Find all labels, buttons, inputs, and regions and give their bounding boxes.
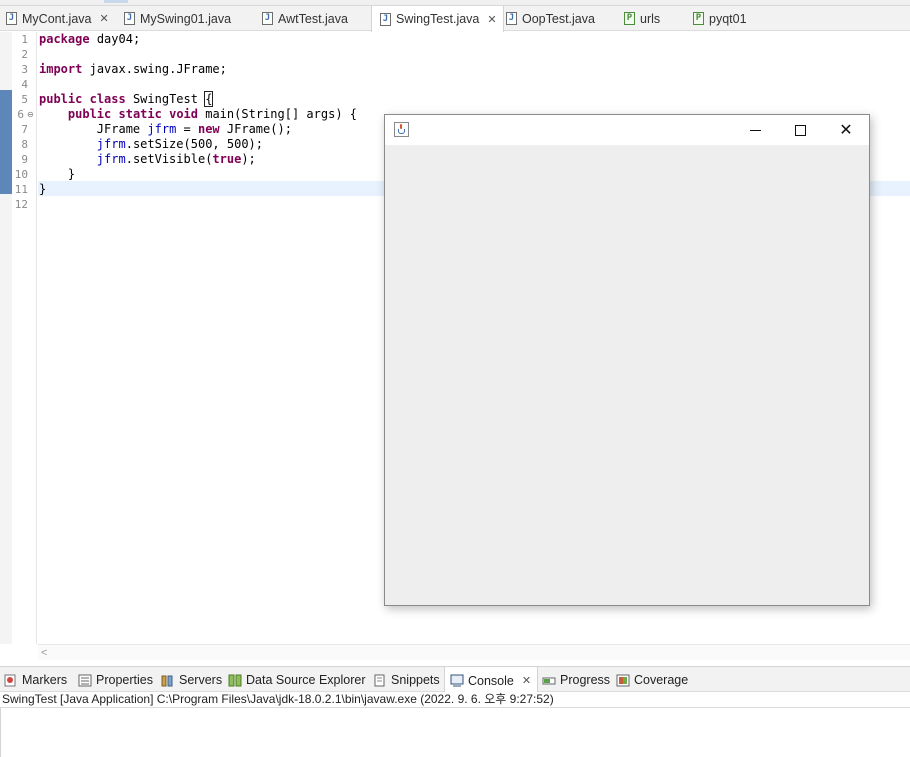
tab-label: Snippets bbox=[391, 673, 440, 687]
snippets-icon bbox=[374, 674, 385, 686]
close-icon[interactable]: ✕ bbox=[99, 12, 108, 25]
close-icon: ✕ bbox=[839, 120, 853, 139]
console-output[interactable] bbox=[0, 708, 910, 757]
horizontal-scrollbar[interactable]: < bbox=[38, 644, 910, 660]
code-line[interactable]: } bbox=[39, 167, 75, 182]
matching-bracket: { bbox=[204, 91, 214, 107]
tab-label: Data Source Explorer bbox=[246, 673, 366, 687]
tab-coverage[interactable]: Coverage bbox=[616, 667, 688, 693]
java-file-icon: J bbox=[506, 12, 517, 25]
line-number-gutter: 1 2 3 4 5 6 ⊖ 7 8 9 10 11 12 bbox=[0, 32, 37, 644]
close-window-button[interactable]: ✕ bbox=[823, 115, 869, 145]
code-line[interactable]: public class SwingTest { bbox=[39, 91, 214, 107]
line-number: 6 bbox=[17, 108, 24, 121]
tab-label: Properties bbox=[96, 673, 153, 687]
line-number: 8 bbox=[21, 138, 28, 151]
line-number: 9 bbox=[21, 153, 28, 166]
code-line[interactable]: package day04; bbox=[39, 32, 140, 47]
jframe-titlebar[interactable]: ✕ bbox=[385, 115, 869, 145]
change-ruler-marker bbox=[0, 90, 12, 194]
tab-swingtest-java[interactable]: J SwingTest.java ✕ bbox=[371, 6, 504, 32]
bottom-panel-tab-bar: Markers Properties Servers Data Source E… bbox=[0, 666, 910, 694]
maximize-button[interactable] bbox=[777, 115, 823, 145]
tab-data-source-explorer[interactable]: Data Source Explorer bbox=[228, 667, 366, 693]
line-number: 4 bbox=[21, 78, 28, 91]
code-line[interactable]: jfrm.setSize(500, 500); bbox=[39, 137, 263, 152]
tab-console[interactable]: Console ✕ bbox=[444, 667, 539, 694]
java-file-icon: J bbox=[262, 12, 273, 25]
coverage-icon bbox=[616, 674, 630, 686]
tab-label: Coverage bbox=[634, 673, 689, 687]
tab-properties[interactable]: Properties bbox=[78, 667, 153, 693]
line-number: 2 bbox=[21, 48, 28, 61]
close-icon[interactable]: ✕ bbox=[522, 674, 531, 687]
tab-myswing01-java[interactable]: J MySwing01.java bbox=[124, 6, 231, 31]
python-file-icon: P bbox=[693, 12, 704, 25]
fold-collapse-icon[interactable]: ⊖ bbox=[27, 107, 34, 122]
tab-urls[interactable]: P urls bbox=[624, 6, 660, 31]
servers-icon bbox=[161, 675, 173, 686]
console-process-header: SwingTest [Java Application] C:\Program … bbox=[0, 692, 910, 708]
toolbar-accent bbox=[104, 0, 128, 3]
code-line[interactable]: jfrm.setVisible(true); bbox=[39, 152, 256, 167]
tab-ooptest-java[interactable]: J OopTest.java bbox=[506, 6, 595, 31]
progress-icon bbox=[542, 677, 556, 684]
tab-awttest-java[interactable]: J AwtTest.java bbox=[262, 6, 348, 31]
line-number: 11 bbox=[14, 183, 28, 196]
java-coffee-cup-icon[interactable] bbox=[394, 122, 409, 137]
data-source-icon bbox=[228, 674, 242, 686]
tab-label: OopTest.java bbox=[522, 11, 595, 26]
jframe-window[interactable]: ✕ bbox=[384, 114, 870, 606]
tab-label: urls bbox=[640, 11, 661, 26]
properties-icon bbox=[78, 674, 92, 686]
editor-tab-bar: J MyCont.java ✕ J MySwing01.java J AwtTe… bbox=[0, 6, 910, 32]
tab-label: Progress bbox=[560, 673, 611, 687]
tab-markers[interactable]: Markers bbox=[4, 667, 67, 693]
python-file-icon: P bbox=[624, 12, 635, 25]
tab-label: MyCont.java bbox=[22, 11, 92, 26]
code-line[interactable]: } bbox=[39, 182, 46, 197]
console-icon bbox=[450, 674, 464, 687]
code-line[interactable]: JFrame jfrm = new JFrame(); bbox=[39, 122, 292, 137]
line-number: 12 bbox=[14, 198, 28, 211]
tab-label: MySwing01.java bbox=[140, 11, 232, 26]
markers-icon bbox=[4, 674, 16, 686]
tab-label: Servers bbox=[179, 673, 223, 687]
scroll-left-icon[interactable]: < bbox=[41, 647, 47, 659]
code-line[interactable]: public static void main(String[] args) { bbox=[39, 107, 357, 122]
java-file-icon: J bbox=[380, 12, 391, 26]
line-number: 1 bbox=[21, 33, 28, 46]
java-file-icon: J bbox=[124, 12, 135, 25]
tab-progress[interactable]: Progress bbox=[542, 667, 610, 693]
line-number: 5 bbox=[21, 93, 28, 106]
tab-label: pyqt01 bbox=[709, 11, 747, 26]
cup-mark bbox=[398, 129, 405, 134]
jframe-content-pane[interactable] bbox=[385, 145, 869, 605]
tab-label: Markers bbox=[22, 673, 68, 687]
tab-pyqt01[interactable]: P pyqt01 bbox=[693, 6, 747, 31]
code-line[interactable]: import javax.swing.JFrame; bbox=[39, 62, 227, 77]
minimize-button[interactable] bbox=[732, 115, 778, 145]
line-number: 10 bbox=[14, 168, 28, 181]
close-icon[interactable]: ✕ bbox=[487, 13, 496, 26]
line-number: 7 bbox=[21, 123, 28, 136]
minimize-icon bbox=[749, 129, 761, 131]
tab-snippets[interactable]: Snippets bbox=[373, 667, 440, 693]
tab-label: AwtTest.java bbox=[278, 11, 348, 26]
tab-label: Console bbox=[468, 673, 514, 688]
tab-servers[interactable]: Servers bbox=[161, 667, 222, 693]
tab-label: SwingTest.java bbox=[396, 12, 480, 26]
line-number: 3 bbox=[21, 63, 28, 76]
tab-mycont-java[interactable]: J MyCont.java ✕ bbox=[6, 6, 109, 31]
maximize-icon bbox=[794, 124, 806, 136]
java-file-icon: J bbox=[6, 12, 17, 25]
